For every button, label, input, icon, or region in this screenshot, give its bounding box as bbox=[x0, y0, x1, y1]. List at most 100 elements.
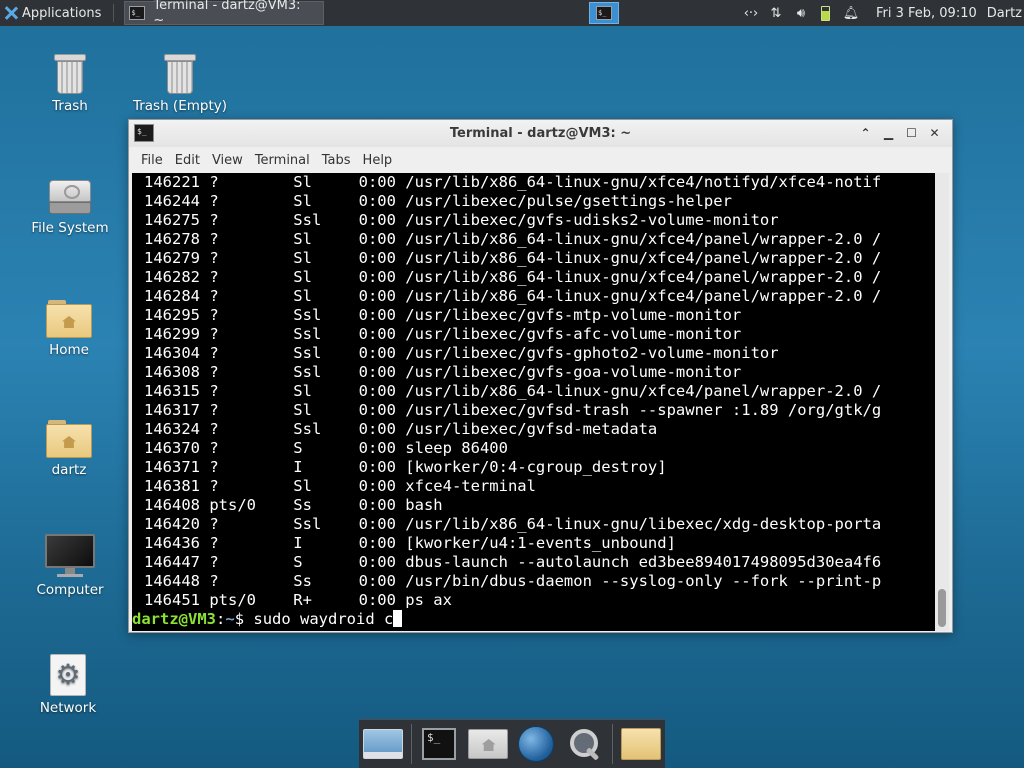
terminal-line: 146436 ? I 0:00 [kworker/u4:1-events_unb… bbox=[144, 534, 676, 552]
desktop-icon-network[interactable]: ⚙ Network bbox=[18, 654, 118, 716]
dock-separator bbox=[612, 724, 614, 764]
desktop-icon-label: Computer bbox=[36, 582, 104, 598]
desktop-icon-label: Trash (Empty) bbox=[132, 98, 228, 114]
clock[interactable]: Fri 3 Feb, 09:10 bbox=[876, 6, 977, 21]
terminal-line: 146278 ? Sl 0:00 /usr/lib/x86_64-linux-g… bbox=[144, 230, 882, 248]
taskbar-terminal-title: Terminal - dartz@VM3: ~ bbox=[153, 0, 301, 28]
desktop-icon-computer[interactable]: Computer bbox=[20, 534, 120, 598]
taskbar-terminal-button[interactable]: $_ Terminal - dartz@VM3: ~ bbox=[124, 0, 325, 28]
menu-tabs[interactable]: Tabs bbox=[316, 153, 357, 168]
desktop-icon-label: Trash bbox=[52, 98, 88, 114]
globe-icon bbox=[518, 726, 555, 762]
top-panel: Applications $_ Terminal - dartz@VM3: ~ … bbox=[0, 0, 1024, 28]
dock-web-browser-button[interactable] bbox=[512, 721, 561, 767]
terminal-window-icon[interactable]: $_ bbox=[134, 124, 154, 142]
desktop-icon-trash-empty[interactable]: Trash (Empty) bbox=[130, 54, 230, 114]
terminal-line: 146315 ? Sl 0:00 /usr/lib/x86_64-linux-g… bbox=[144, 382, 882, 400]
workspace-terminal-icon: $_ bbox=[596, 6, 612, 20]
terminal-line: 146447 ? S 0:00 dbus-launch --autolaunch… bbox=[144, 553, 882, 571]
terminal-line: 146279 ? Sl 0:00 /usr/lib/x86_64-linux-g… bbox=[144, 249, 882, 267]
menu-view[interactable]: View bbox=[206, 153, 249, 168]
menu-edit[interactable]: Edit bbox=[169, 153, 206, 168]
terminal-line: 146451 pts/0 R+ 0:00 ps ax bbox=[144, 591, 452, 609]
desktop-icon-file-system[interactable]: File System bbox=[20, 180, 120, 236]
desktop-icon-label: dartz bbox=[51, 462, 87, 478]
terminal-line: 146284 ? Sl 0:00 /usr/lib/x86_64-linux-g… bbox=[144, 287, 882, 305]
terminal-line: 146244 ? Sl 0:00 /usr/libexec/pulse/gset… bbox=[144, 192, 732, 210]
user-menu[interactable]: Dartz bbox=[987, 6, 1022, 21]
window-menu-chevron-icon[interactable]: ⌃ bbox=[854, 125, 877, 142]
dock-terminal-button[interactable]: $_ bbox=[415, 721, 464, 767]
desktop-icon-home[interactable]: Home bbox=[19, 300, 119, 358]
window-titlebar[interactable]: $_ Terminal - dartz@VM3: ~ ⌃ ▁ ☐ ✕ bbox=[129, 120, 952, 147]
maximize-button[interactable]: ☐ bbox=[900, 125, 923, 142]
terminal-line: 146275 ? Ssl 0:00 /usr/libexec/gvfs-udis… bbox=[144, 211, 779, 229]
text-cursor bbox=[393, 610, 403, 627]
minimize-button[interactable]: ▁ bbox=[877, 125, 900, 142]
menu-file[interactable]: File bbox=[135, 153, 169, 168]
terminal-icon: $_ bbox=[421, 728, 456, 760]
terminal-output[interactable]: 146221 ? Sl 0:00 /usr/lib/x86_64-linux-g… bbox=[132, 173, 935, 631]
applications-menu-button[interactable]: Applications bbox=[0, 0, 107, 26]
menu-terminal[interactable]: Terminal bbox=[249, 153, 316, 168]
terminal-line: 146295 ? Ssl 0:00 /usr/libexec/gvfs-mtp-… bbox=[144, 306, 742, 324]
prompt-separator: : bbox=[216, 610, 226, 628]
network-updown-icon[interactable]: ⇅ bbox=[765, 0, 787, 26]
scrollbar-thumb[interactable] bbox=[938, 589, 946, 627]
terminal-line: 146371 ? I 0:00 [kworker/0:4-cgroup_dest… bbox=[144, 458, 667, 476]
terminal-icon: $_ bbox=[129, 6, 146, 20]
dock-show-desktop-button[interactable] bbox=[359, 721, 408, 767]
terminal-line: 146221 ? Sl 0:00 /usr/lib/x86_64-linux-g… bbox=[144, 173, 882, 191]
desktop-icon-trash[interactable]: Trash bbox=[20, 54, 120, 114]
desktop-icon-label: File System bbox=[31, 220, 109, 236]
terminal-line: 146324 ? Ssl 0:00 /usr/libexec/gvfsd-met… bbox=[144, 420, 658, 438]
applications-label: Applications bbox=[22, 5, 102, 21]
folder-icon bbox=[620, 728, 661, 760]
prompt-dollar: $ bbox=[234, 610, 254, 628]
menu-help[interactable]: Help bbox=[357, 153, 399, 168]
volume-icon[interactable]: 🔊︎ bbox=[790, 0, 812, 26]
system-tray: ‹·› ⇅ 🔊︎ 🔔︎ Fri 3 Feb, 09:10 Dartz bbox=[737, 0, 1024, 26]
terminal-line: 146317 ? Sl 0:00 /usr/libexec/gvfsd-tras… bbox=[144, 401, 882, 419]
prompt-user-host: dartz@VM3 bbox=[132, 610, 216, 628]
terminal-line: 146370 ? S 0:00 sleep 86400 bbox=[144, 439, 508, 457]
workspace-switcher-button[interactable]: $_ bbox=[589, 2, 619, 24]
prompt-path: ~ bbox=[225, 610, 235, 628]
terminal-line: 146304 ? Ssl 0:00 /usr/libexec/gvfs-gpho… bbox=[144, 344, 779, 362]
terminal-window: $_ Terminal - dartz@VM3: ~ ⌃ ▁ ☐ ✕ File … bbox=[128, 119, 953, 633]
menubar: File Edit View Terminal Tabs Help bbox=[129, 147, 952, 173]
show-desktop-icon bbox=[363, 729, 404, 759]
trash-icon bbox=[54, 54, 86, 94]
user-folder-icon bbox=[46, 420, 92, 458]
terminal-line: 146299 ? Ssl 0:00 /usr/libexec/gvfs-afc-… bbox=[144, 325, 742, 343]
hard-drive-icon bbox=[47, 180, 93, 216]
gear-icon: ⚙ bbox=[55, 658, 81, 691]
dock-folder-button[interactable] bbox=[616, 721, 665, 767]
terminal-line: 146448 ? Ss 0:00 /usr/bin/dbus-daemon --… bbox=[144, 572, 882, 590]
search-icon bbox=[568, 727, 602, 761]
typed-command: sudo waydroid c bbox=[253, 610, 394, 628]
terminal-line: 146308 ? Ssl 0:00 /usr/libexec/gvfs-goa-… bbox=[144, 363, 742, 381]
xfce-logo-icon bbox=[4, 6, 18, 20]
terminal-prompt-line[interactable]: dartz@VM3:~$ sudo waydroid c bbox=[132, 610, 935, 629]
terminal-line: 146420 ? Ssl 0:00 /usr/lib/x86_64-linux-… bbox=[144, 515, 882, 533]
desktop-icon-dartz[interactable]: dartz bbox=[19, 420, 119, 478]
terminal-line: 146282 ? Sl 0:00 /usr/lib/x86_64-linux-g… bbox=[144, 268, 882, 286]
network-arrows-icon[interactable]: ‹·› bbox=[740, 0, 762, 26]
computer-monitor-icon bbox=[45, 534, 95, 578]
terminal-line: 146408 pts/0 Ss 0:00 bash bbox=[144, 496, 443, 514]
battery-icon[interactable] bbox=[815, 0, 837, 26]
terminal-scrollbar[interactable] bbox=[935, 173, 949, 631]
bottom-dock: $_ bbox=[359, 719, 665, 768]
dock-app-finder-button[interactable] bbox=[561, 721, 610, 767]
network-settings-icon: ⚙ bbox=[50, 654, 86, 696]
desktop-icon-label: Home bbox=[49, 342, 89, 358]
panel-separator bbox=[113, 4, 115, 22]
dock-file-manager-button[interactable] bbox=[463, 721, 512, 767]
window-controls: ⌃ ▁ ☐ ✕ bbox=[854, 125, 946, 142]
notifications-bell-icon[interactable]: 🔔︎ bbox=[840, 0, 862, 26]
desktop-icon-label: Network bbox=[39, 700, 97, 716]
home-folder-icon bbox=[467, 729, 508, 759]
terminal-line: 146381 ? Sl 0:00 xfce4-terminal bbox=[144, 477, 536, 495]
close-button[interactable]: ✕ bbox=[923, 125, 946, 142]
